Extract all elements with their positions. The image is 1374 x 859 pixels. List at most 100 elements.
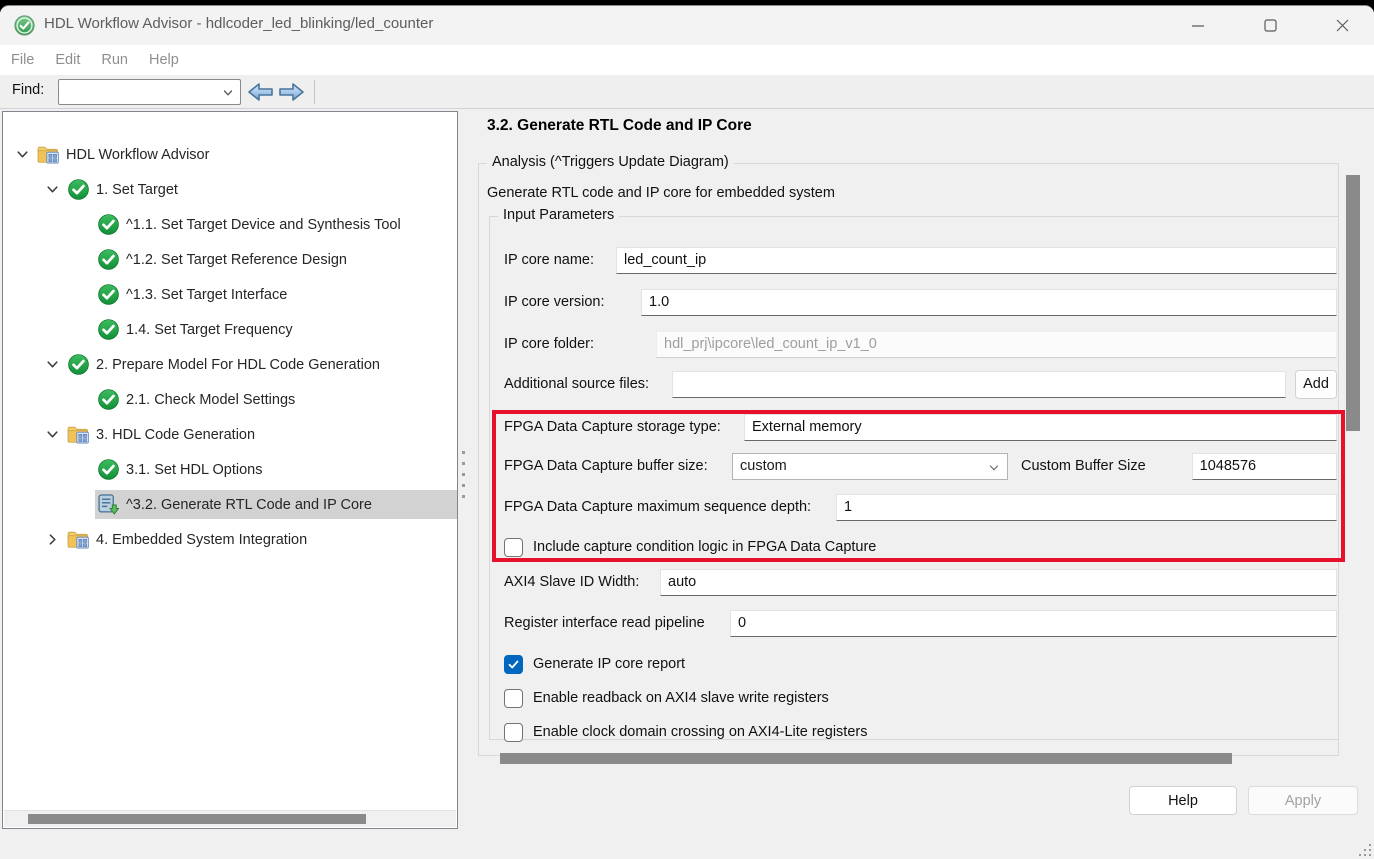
enable-clock-domain-crossing-label: Enable clock domain crossing on AXI4-Lit… xyxy=(533,724,867,740)
minimize-button[interactable] xyxy=(1170,6,1226,45)
tree-item-label: ^1.3. Set Target Interface xyxy=(126,287,287,303)
max-sequence-depth-input[interactable] xyxy=(836,494,1337,521)
chevron-down-icon[interactable] xyxy=(9,145,35,165)
page-title: 3.2. Generate RTL Code and IP Core xyxy=(487,117,752,135)
ip-core-name-input[interactable] xyxy=(616,247,1337,274)
storage-type-row: FPGA Data Capture storage type: xyxy=(504,413,1337,441)
chevron-down-icon[interactable] xyxy=(39,355,65,375)
buffer-size-dropdown[interactable]: custom xyxy=(732,453,1008,480)
ip-core-name-row: IP core name: xyxy=(504,246,1337,274)
tree-item-4-embedded-system[interactable]: 4. Embedded System Integration xyxy=(3,522,457,557)
menu-run[interactable]: Run xyxy=(101,52,128,68)
tree-item-3-2-selected[interactable]: ^3.2. Generate RTL Code and IP Core xyxy=(3,487,457,522)
register-read-pipeline-input[interactable] xyxy=(730,610,1337,637)
menu-bar: File Edit Run Help xyxy=(0,45,1374,75)
enable-readback-checkbox[interactable] xyxy=(504,689,523,708)
buffer-size-row: FPGA Data Capture buffer size: custom Cu… xyxy=(504,452,1337,480)
scrollbar-thumb[interactable] xyxy=(1346,175,1360,431)
axi4-slave-id-width-row: AXI4 Slave ID Width: xyxy=(504,568,1337,596)
tree-horizontal-scrollbar[interactable] xyxy=(4,810,456,827)
tree-item-label: 4. Embedded System Integration xyxy=(96,532,307,548)
tree-item-3-hdl-code-generation[interactable]: 3. HDL Code Generation xyxy=(3,417,457,452)
task-description: Generate RTL code and IP core for embedd… xyxy=(487,185,835,201)
tree-item-3-1[interactable]: 3.1. Set HDL Options xyxy=(3,452,457,487)
tree-item-root[interactable]: HDL Workflow Advisor xyxy=(3,137,457,172)
apply-button[interactable]: Apply xyxy=(1248,786,1358,815)
tree-item-label: 2.1. Check Model Settings xyxy=(126,392,295,408)
tree-item-label: 3. HDL Code Generation xyxy=(96,427,255,443)
chevron-down-icon[interactable] xyxy=(39,425,65,445)
title-bar: HDL Workflow Advisor - hdlcoder_led_blin… xyxy=(0,6,1374,45)
passed-check-icon xyxy=(97,389,120,410)
resize-grip-icon[interactable] xyxy=(1359,844,1371,856)
advisor-folder-icon xyxy=(67,529,90,550)
app-window: HDL Workflow Advisor - hdlcoder_led_blin… xyxy=(0,5,1374,859)
generate-ip-core-report-checkbox[interactable] xyxy=(504,655,523,674)
find-previous-button[interactable] xyxy=(247,81,274,103)
ip-core-version-label: IP core version: xyxy=(504,294,641,310)
passed-check-icon xyxy=(67,354,90,375)
find-toolbar: Find: xyxy=(0,75,1374,109)
chevron-down-icon[interactable] xyxy=(39,180,65,200)
include-capture-condition-label: Include capture condition logic in FPGA … xyxy=(533,539,876,555)
tree-item-1-3[interactable]: ^1.3. Set Target Interface xyxy=(3,277,457,312)
enable-readback-row: Enable readback on AXI4 slave write regi… xyxy=(504,684,1337,712)
axi4-slave-id-width-label: AXI4 Slave ID Width: xyxy=(504,574,660,590)
tree-item-1-1[interactable]: ^1.1. Set Target Device and Synthesis To… xyxy=(3,207,457,242)
passed-check-icon xyxy=(67,179,90,200)
ip-core-version-input[interactable] xyxy=(641,289,1337,316)
max-sequence-depth-row: FPGA Data Capture maximum sequence depth… xyxy=(504,493,1337,521)
task-detail-panel: 3.2. Generate RTL Code and IP Core Analy… xyxy=(459,109,1374,859)
tree-item-2-1[interactable]: 2.1. Check Model Settings xyxy=(3,382,457,417)
help-button[interactable]: Help xyxy=(1129,786,1237,815)
content-vertical-scrollbar[interactable] xyxy=(1345,165,1360,749)
chevron-right-icon[interactable] xyxy=(39,530,65,550)
additional-source-files-input[interactable] xyxy=(672,371,1286,398)
tree-item-label: 1.4. Set Target Frequency xyxy=(126,322,293,338)
input-parameters-legend: Input Parameters xyxy=(498,207,619,223)
buffer-size-label: FPGA Data Capture buffer size: xyxy=(504,458,732,474)
menu-file[interactable]: File xyxy=(11,52,34,68)
add-button[interactable]: Add xyxy=(1295,370,1337,399)
find-label: Find: xyxy=(12,82,44,98)
enable-clock-domain-crossing-row: Enable clock domain crossing on AXI4-Lit… xyxy=(504,718,1337,746)
analysis-groupbox-legend: Analysis (^Triggers Update Diagram) xyxy=(487,154,734,170)
tree-item-label: 1. Set Target xyxy=(96,182,178,198)
close-button[interactable] xyxy=(1314,6,1370,45)
menu-edit[interactable]: Edit xyxy=(55,52,80,68)
register-read-pipeline-row: Register interface read pipeline xyxy=(504,609,1337,637)
ip-core-folder-label: IP core folder: xyxy=(504,336,656,352)
find-next-button[interactable] xyxy=(278,81,305,103)
content-horizontal-scrollbar[interactable] xyxy=(500,753,1232,764)
ip-core-folder-row: IP core folder: xyxy=(504,330,1337,358)
axi4-slave-id-width-input[interactable] xyxy=(660,569,1337,596)
ip-core-version-row: IP core version: xyxy=(504,288,1337,316)
tree-item-1-set-target[interactable]: 1. Set Target xyxy=(3,172,457,207)
storage-type-label: FPGA Data Capture storage type: xyxy=(504,419,744,435)
additional-source-files-row: Additional source files: Add xyxy=(504,370,1337,398)
toolbar-separator xyxy=(314,80,315,104)
menu-help[interactable]: Help xyxy=(149,52,179,68)
chevron-down-icon[interactable] xyxy=(222,87,234,103)
tree-item-1-4[interactable]: 1.4. Set Target Frequency xyxy=(3,312,457,347)
tree-item-1-2[interactable]: ^1.2. Set Target Reference Design xyxy=(3,242,457,277)
max-sequence-depth-label: FPGA Data Capture maximum sequence depth… xyxy=(504,499,836,515)
tree-item-2-prepare-model[interactable]: 2. Prepare Model For HDL Code Generation xyxy=(3,347,457,382)
scrollbar-thumb[interactable] xyxy=(28,814,366,824)
generate-ip-core-report-label: Generate IP core report xyxy=(533,656,685,672)
custom-buffer-size-input[interactable] xyxy=(1192,453,1337,480)
generate-task-icon xyxy=(97,494,120,515)
find-input[interactable] xyxy=(58,79,241,105)
passed-check-icon xyxy=(97,459,120,480)
tree-item-label: HDL Workflow Advisor xyxy=(66,147,209,163)
enable-clock-domain-crossing-checkbox[interactable] xyxy=(504,723,523,742)
storage-type-input[interactable] xyxy=(744,414,1337,441)
passed-check-icon xyxy=(97,284,120,305)
additional-source-files-label: Additional source files: xyxy=(504,376,672,392)
workflow-tree-panel: HDL Workflow Advisor 1. Set Target xyxy=(2,111,458,829)
tree-item-label: ^3.2. Generate RTL Code and IP Core xyxy=(126,497,372,513)
workflow-tree: HDL Workflow Advisor 1. Set Target xyxy=(3,137,457,557)
maximize-button[interactable] xyxy=(1242,6,1298,45)
include-capture-condition-checkbox[interactable] xyxy=(504,538,523,557)
window-controls xyxy=(1154,6,1370,45)
